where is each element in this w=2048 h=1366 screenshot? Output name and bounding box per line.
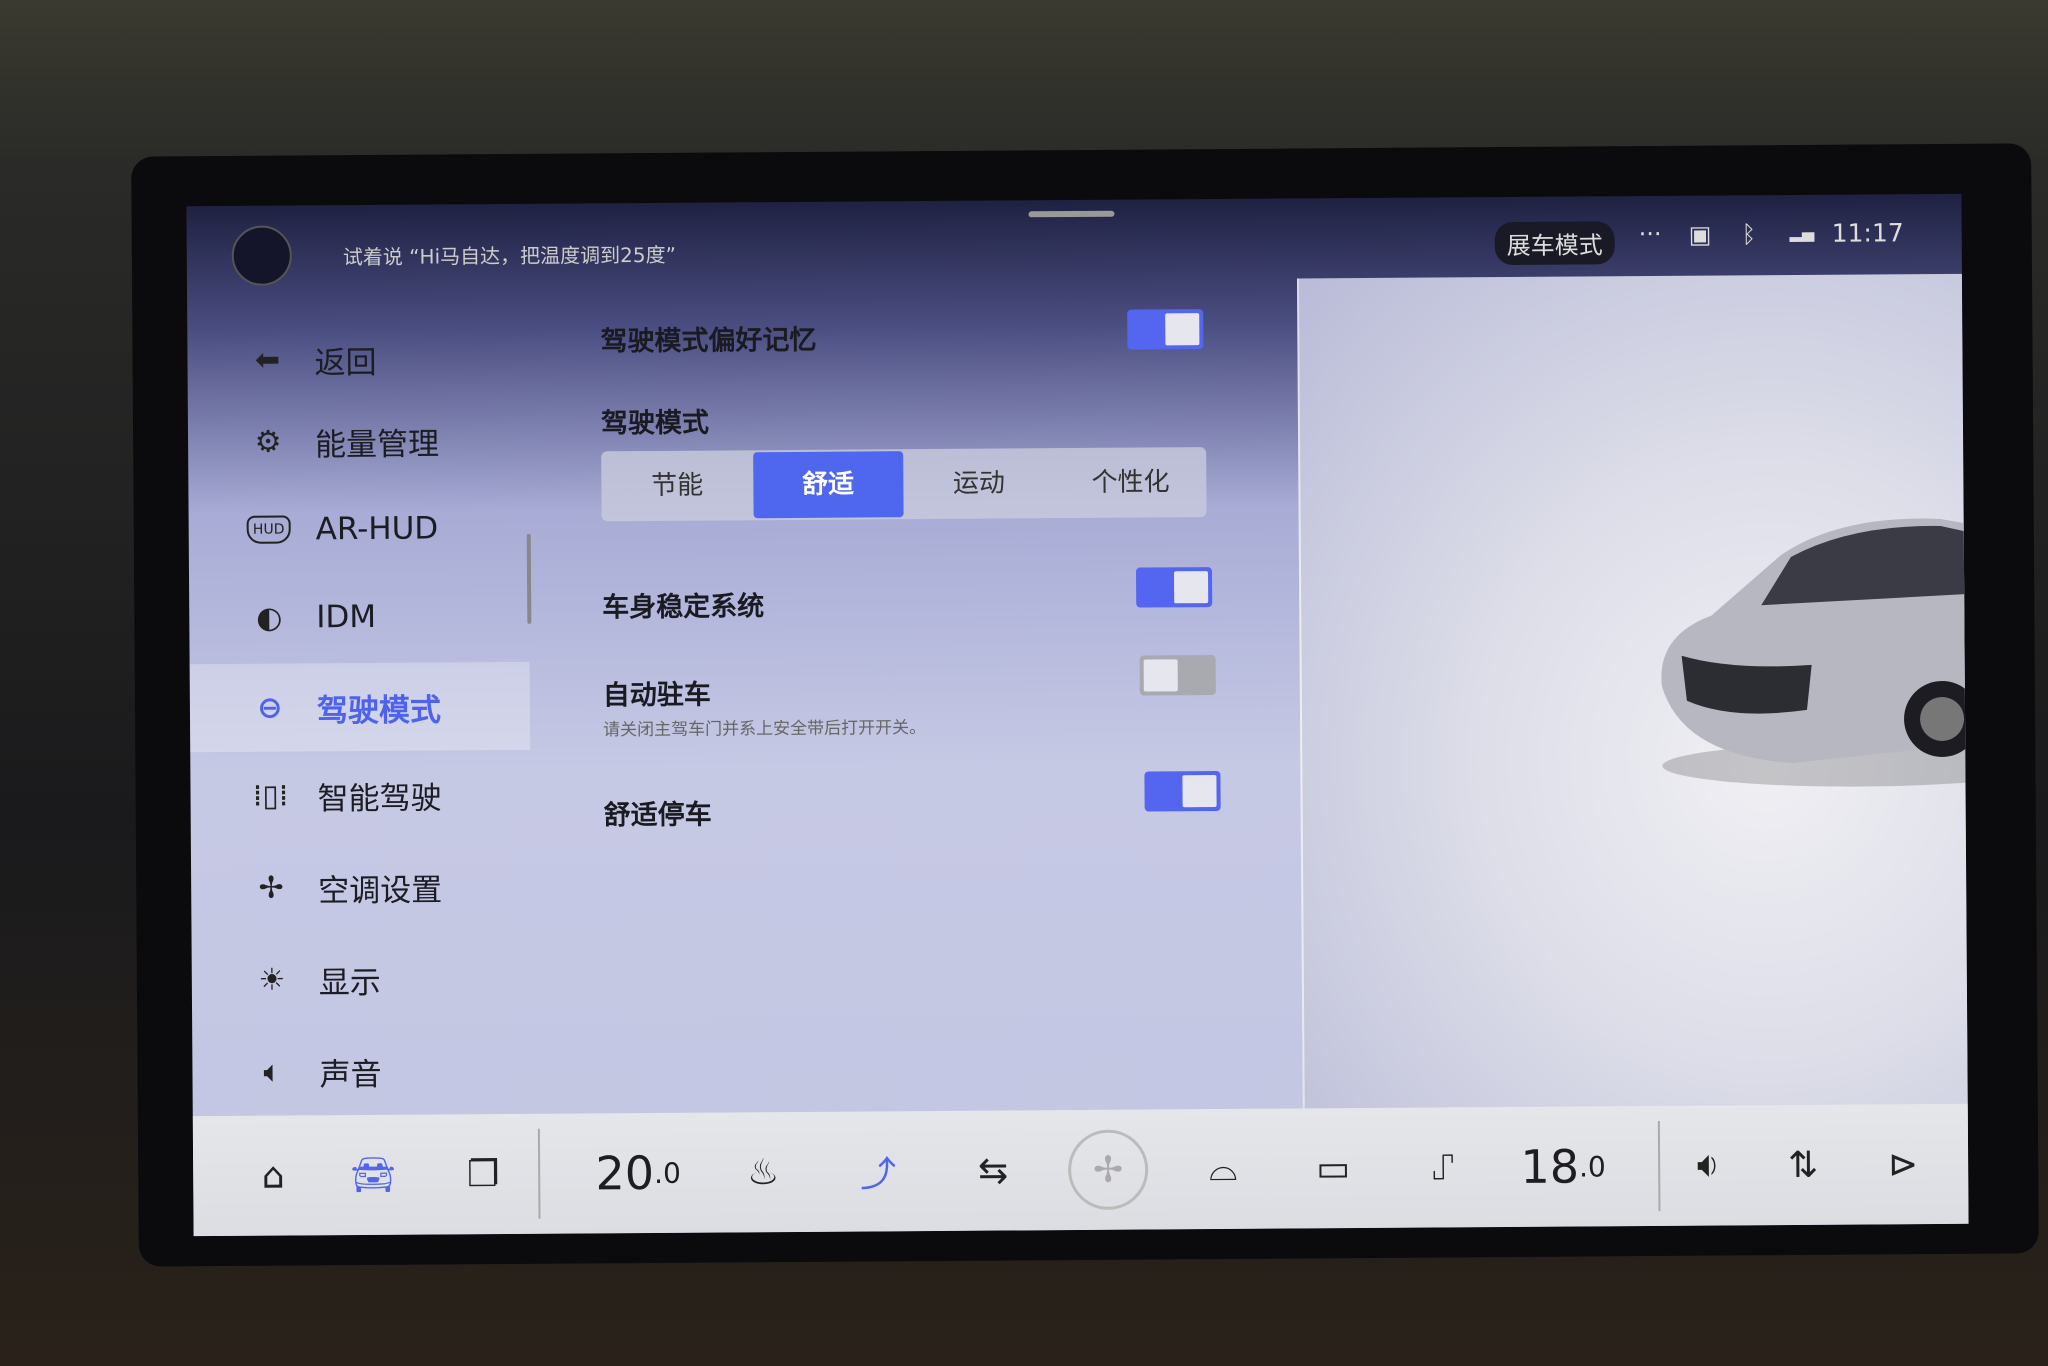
voice-prompt: 试着说 “Hi马自达，把温度调到25度” [342, 242, 676, 270]
memory-toggle[interactable] [1127, 309, 1204, 350]
lane-assist-icon: ⁞▯⁞ [252, 778, 289, 814]
comfort-stop-toggle[interactable] [1144, 771, 1221, 812]
dock-divider [537, 1128, 541, 1219]
mode-comfort[interactable]: 舒适 [752, 451, 904, 519]
car-settings-icon[interactable]: 🚘︎ [343, 1135, 404, 1215]
bluetooth-icon: ᛒ [1741, 220, 1757, 249]
fan-icon: ✢ [258, 870, 284, 906]
speaker-icon: 🔈︎ [263, 1054, 282, 1090]
sidebar-item-ar-hud[interactable]: HUD AR-HUD [188, 484, 529, 574]
seat-heat-icon[interactable]: ♨ [733, 1132, 794, 1212]
auto-hold-hint: 请关闭主驾车门并系上安全带后打开开关。 [603, 718, 927, 741]
passenger-seat-icon[interactable]: ⑀ [1413, 1127, 1474, 1207]
hud-icon: HUD [246, 515, 291, 544]
vehicle-preview-panel [1296, 273, 1969, 1159]
multiwindow-icon[interactable]: ❐ [453, 1134, 514, 1214]
mode-custom[interactable]: 个性化 [1054, 449, 1206, 516]
mode-eco[interactable]: 节能 [601, 452, 753, 519]
sidebar: ⬅ 返回 ⚙ 能量管理 HUD AR-HUD ◐ IDM ⊖ 驾驶模式 ⁞▯⁞ 智能驾驶 ✢… [187, 284, 533, 1166]
driver-temperature[interactable]: 20.0 [583, 1133, 694, 1214]
comfort-stop-label: 舒适停车 [603, 799, 712, 832]
stability-toggle[interactable] [1135, 567, 1213, 608]
home-icon[interactable]: ⌂ [243, 1135, 304, 1215]
front-defrost-icon[interactable]: ⌓ [1193, 1129, 1254, 1209]
pull-down-handle[interactable] [1028, 210, 1115, 218]
stability-label: 车身稳定系统 [602, 591, 765, 624]
sidebar-item-display[interactable]: ☀ 显示 [192, 934, 533, 1024]
rear-defrost-icon[interactable]: ▭ [1303, 1128, 1364, 1208]
sidebar-item-climate[interactable]: ✢ 空调设置 [191, 842, 532, 932]
energy-gear-icon: ⚙ [254, 424, 282, 460]
memory-label: 驾驶模式偏好记忆 [600, 324, 817, 358]
car-image [1661, 518, 1969, 787]
fan-speed-icon[interactable]: ✢ [1067, 1129, 1149, 1211]
sidebar-item-idm[interactable]: ◐ IDM [189, 572, 530, 662]
sidebar-item-energy[interactable]: ⚙ 能量管理 [188, 396, 529, 486]
auto-hold-label: 自动驻车 [602, 679, 711, 712]
sidebar-item-back[interactable]: ⬅ 返回 [187, 314, 528, 404]
microphone-orb-icon[interactable] [231, 225, 292, 286]
sidebar-item-sound[interactable]: 🔈︎ 声音 [192, 1026, 533, 1116]
brightness-icon: ☀ [258, 962, 286, 998]
sidebar-item-drive-mode[interactable]: ⊖ 驾驶模式 [189, 661, 531, 753]
more-icon[interactable]: ··· [1639, 220, 1662, 248]
clock: 11:17 [1831, 218, 1904, 248]
bottom-dock: ⌂ 🚘︎ ❐ 20.0 ♨ ⤴ ⇆ ✢ ⌓ ▭ ⑀ 18.0 🔉︎ ⇅ ⊳ [192, 1103, 1969, 1237]
showroom-mode-badge[interactable]: 展车模式 [1494, 221, 1615, 266]
mode-sport[interactable]: 运动 [903, 450, 1055, 517]
screen-switch-icon[interactable]: ⇅ [1773, 1125, 1834, 1205]
sidebar-item-smart-driving[interactable]: ⁞▯⁞ 智能驾驶 [190, 750, 531, 840]
volume-icon[interactable]: 🔉︎ [1673, 1125, 1744, 1205]
dock-divider [1657, 1120, 1661, 1211]
signal-icon: ▂▄ [1789, 222, 1815, 243]
back-arrow-icon: ⬅ [254, 342, 281, 378]
drive-mode-selector: 节能 舒适 运动 个性化 [601, 447, 1207, 522]
passenger-temperature[interactable]: 18.0 [1508, 1126, 1619, 1207]
drive-mode-label: 驾驶模式 [600, 407, 710, 440]
idm-icon: ◐ [256, 600, 283, 636]
steering-wheel-icon: ⊖ [257, 690, 283, 726]
infotainment-screen: 试着说 “Hi马自达，把温度调到25度” 展车模式 ··· ▣ ᛒ ▂▄ 11:… [186, 193, 1969, 1237]
air-recirculation-icon[interactable]: ⇆ [958, 1130, 1029, 1210]
auto-hold-toggle[interactable] [1139, 655, 1216, 696]
screen-tilt-icon[interactable]: ⊳ [1873, 1124, 1934, 1204]
airflow-direction-icon[interactable]: ⤴ [848, 1131, 909, 1211]
camera-icon[interactable]: ▣ [1689, 221, 1712, 249]
sidebar-scrollbar[interactable] [526, 533, 532, 624]
